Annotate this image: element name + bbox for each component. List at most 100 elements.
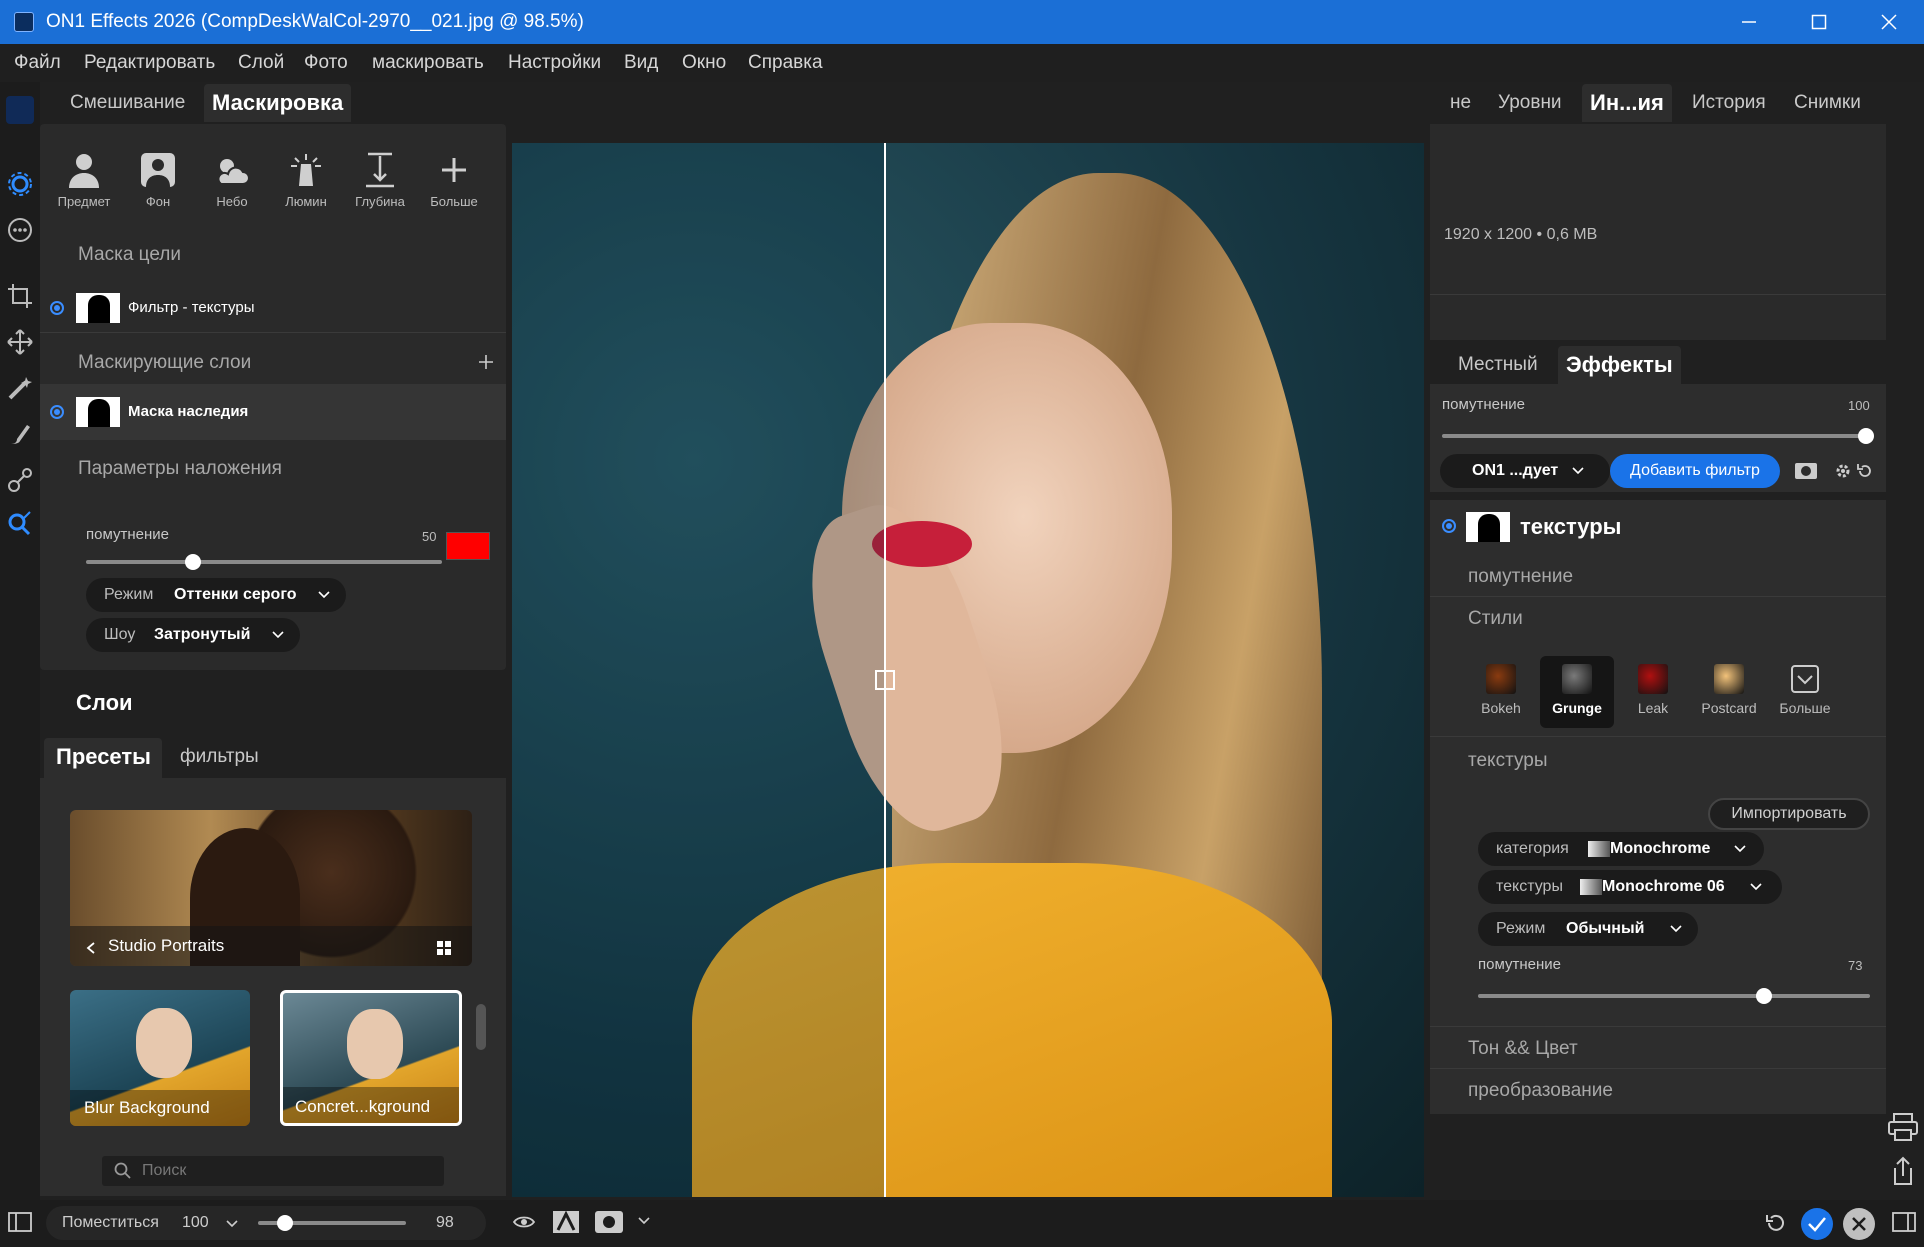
menu-view[interactable]: Вид [624, 52, 658, 74]
menu-file[interactable]: Файл [14, 52, 61, 74]
mask-tool-subject[interactable]: Предмет [54, 152, 114, 212]
target-mask-radio[interactable] [50, 301, 64, 315]
preset-thumb[interactable]: Blur Background [70, 990, 250, 1126]
tab-history[interactable]: История [1692, 92, 1766, 114]
tone-color-section[interactable]: Тон && Цвет [1468, 1038, 1578, 1060]
target-mask-row[interactable]: Фильтр - текстуры [40, 284, 506, 332]
effects-tool-icon[interactable] [6, 170, 34, 198]
reset-icon[interactable] [1856, 462, 1874, 480]
transform-section[interactable]: преобразование [1468, 1080, 1613, 1102]
move-icon[interactable] [6, 328, 34, 356]
minimize-button[interactable] [1714, 0, 1784, 44]
mask-view-icon[interactable] [594, 1210, 624, 1234]
styles-section[interactable]: Стили [1468, 608, 1523, 630]
tab-levels[interactable]: Уровни [1498, 92, 1562, 114]
grid-view-icon[interactable] [436, 940, 452, 956]
share-icon[interactable] [1886, 1154, 1920, 1188]
preset-thumb-selected[interactable]: Concret...kground [280, 990, 462, 1126]
apply-icon[interactable] [1800, 1207, 1834, 1241]
compare-icon[interactable] [552, 1210, 580, 1234]
texture-category-dropdown[interactable]: категория Monochrome [1478, 832, 1764, 866]
slider-knob[interactable] [1756, 988, 1773, 1004]
tab-snapshots[interactable]: Снимки [1794, 92, 1861, 114]
tab-mask[interactable]: Маскировка [204, 84, 352, 122]
tab-blend[interactable]: Смешивание [70, 92, 185, 114]
master-opacity-slider[interactable] [1442, 428, 1874, 444]
gradient-mask-icon[interactable] [6, 466, 34, 494]
overlay-show-dropdown[interactable]: Шоу Затронутый [86, 618, 300, 652]
tab-navigator[interactable]: не [1450, 92, 1471, 114]
style-grunge-selected[interactable]: Grunge [1540, 656, 1614, 728]
filter-opacity-section[interactable]: помутнение [1468, 566, 1573, 588]
masking-brush-icon[interactable] [6, 420, 34, 448]
masking-layer-row[interactable]: Маска наследия [40, 384, 506, 440]
tab-effects[interactable]: Эффекты [1558, 346, 1681, 384]
chevron-left-icon[interactable] [86, 942, 96, 954]
undo-icon[interactable] [1764, 1212, 1786, 1234]
tab-filters[interactable]: фильтры [180, 746, 259, 768]
add-filter-button[interactable]: Добавить фильтр [1610, 454, 1780, 488]
mask-tool-luminosity[interactable]: Люмин [276, 152, 336, 212]
chevron-down-icon[interactable] [638, 1216, 650, 1226]
style-bokeh[interactable]: Bokeh [1464, 656, 1538, 728]
split-handle[interactable] [875, 670, 895, 690]
menu-edit[interactable]: Редактировать [84, 52, 215, 74]
slider-knob[interactable] [1858, 428, 1874, 444]
overlay-color-swatch[interactable] [446, 532, 490, 560]
close-button[interactable] [1854, 0, 1924, 44]
texture-mode-dropdown[interactable]: Режим Обычный [1478, 912, 1698, 946]
slider-knob[interactable] [276, 1215, 293, 1231]
mask-tool-background[interactable]: Фон [128, 152, 188, 212]
refine-brush-icon[interactable] [6, 510, 34, 538]
fit-label[interactable]: Поместиться [62, 1214, 159, 1232]
filter-header[interactable]: текстуры [1430, 500, 1886, 556]
chevron-down-icon[interactable] [226, 1219, 238, 1229]
panel-toggle-left-icon[interactable] [8, 1212, 32, 1232]
import-button[interactable]: Импортировать [1708, 798, 1870, 830]
texture-dropdown[interactable]: текстуры Monochrome 06 [1478, 870, 1782, 904]
zoom-slider[interactable] [258, 1215, 406, 1231]
crop-icon[interactable] [6, 282, 34, 310]
style-leak[interactable]: Leak [1616, 656, 1690, 728]
menu-window[interactable]: Окно [682, 52, 726, 74]
eye-icon[interactable] [512, 1212, 536, 1232]
tab-local[interactable]: Местный [1458, 354, 1538, 376]
menu-help[interactable]: Справка [748, 52, 823, 74]
overlay-mode-dropdown[interactable]: Режим Оттенки серого [86, 578, 346, 612]
textures-section[interactable]: текстуры [1468, 750, 1548, 772]
preset-category-card[interactable]: Studio Portraits [70, 810, 472, 966]
style-postcard[interactable]: Postcard [1692, 656, 1766, 728]
menu-photo[interactable]: Фото [304, 52, 348, 74]
mask-tool-more[interactable]: Больше [424, 152, 484, 212]
masking-layer-radio[interactable] [50, 405, 64, 419]
overlay-mode-label: Режим [104, 586, 154, 603]
filter-enable-radio[interactable] [1442, 519, 1456, 533]
panel-toggle-right-icon[interactable] [1892, 1212, 1916, 1232]
scrollbar[interactable] [476, 1004, 486, 1050]
tab-info[interactable]: Ин...ия [1582, 84, 1672, 122]
mask-thumbnail [76, 397, 120, 427]
search-box[interactable]: Поиск [102, 1156, 444, 1186]
slider-knob[interactable] [184, 554, 201, 570]
mask-tool-sky[interactable]: Небо [202, 152, 262, 212]
cancel-icon[interactable] [1842, 1207, 1876, 1241]
mask-toggle-icon[interactable] [1794, 462, 1818, 480]
photo-canvas[interactable] [512, 143, 1424, 1197]
tab-presets[interactable]: Пресеты [44, 738, 162, 778]
add-mask-layer-icon[interactable] [478, 354, 494, 370]
print-icon[interactable] [1886, 1110, 1920, 1144]
maximize-button[interactable] [1784, 0, 1854, 44]
texture-opacity-value: 73 [1848, 958, 1863, 973]
perfect-brush-icon[interactable] [6, 374, 34, 402]
menu-layer[interactable]: Слой [238, 52, 284, 74]
menu-mask[interactable]: маскировать [372, 52, 484, 74]
more-tools-icon[interactable] [6, 216, 34, 244]
gear-icon[interactable] [1834, 462, 1852, 480]
menu-settings[interactable]: Настройки [508, 52, 601, 74]
zoom-value[interactable]: 100 [182, 1214, 209, 1232]
mask-tool-depth[interactable]: Глубина [350, 152, 410, 212]
filter-preset-dropdown[interactable]: ON1 ...дует [1440, 454, 1610, 488]
style-more[interactable]: Больше [1768, 656, 1842, 728]
texture-opacity-slider[interactable] [1478, 988, 1870, 1004]
overlay-opacity-slider[interactable] [86, 554, 442, 570]
